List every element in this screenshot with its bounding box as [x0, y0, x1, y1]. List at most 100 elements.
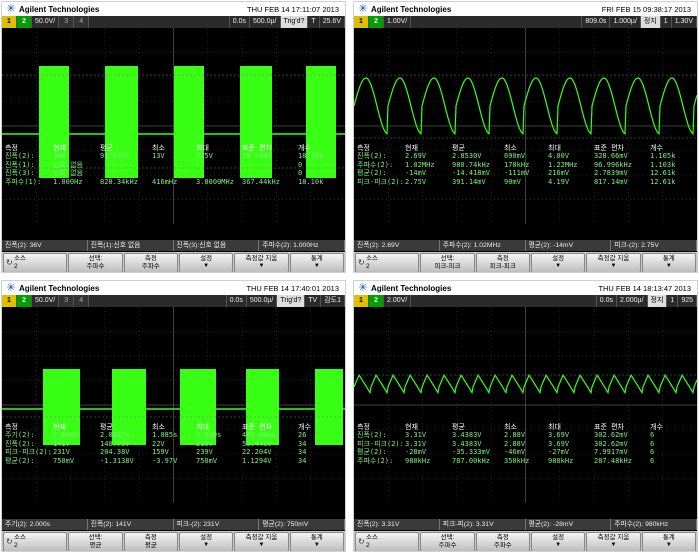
submenu-arrow-icon: ▼	[610, 263, 617, 269]
measurement-cell: -1.3138V	[100, 456, 134, 465]
trigger-status[interactable]: Trig'd?	[280, 16, 309, 28]
submenu-arrow-icon: ▼	[555, 263, 562, 269]
channel-2-scale[interactable]: 2.00V/	[384, 295, 412, 307]
softkey-label: 설정	[552, 255, 565, 262]
channel-3-indicator[interactable]: 3	[59, 295, 75, 307]
measurement-cell: 980.74kHz	[452, 160, 490, 169]
softkey-2[interactable]: 선택: 주파수	[68, 253, 123, 272]
softkey-2[interactable]: 선택: 평균	[68, 532, 123, 551]
channel-1-indicator[interactable]: 1	[354, 16, 369, 28]
softkey-1[interactable]: ↻ 소스 2	[355, 253, 420, 272]
spacer	[89, 295, 227, 307]
channel-1-indicator[interactable]: 1	[2, 295, 17, 307]
submenu-arrow-icon: ▼	[258, 542, 265, 548]
softkey-5[interactable]: 측정값 지움 ▼	[586, 532, 641, 551]
measurement-cell: 3.69V	[548, 439, 570, 448]
softkey-4[interactable]: 설정 ▼	[178, 253, 234, 272]
measurement-header-cell: 최소	[504, 144, 517, 152]
readout-cell: 진폭(3):신호 없음	[174, 240, 260, 251]
channel-2-scale[interactable]: 50.0V/	[32, 16, 60, 28]
measurement-row: 진폭(2): 36V 91.425V 13V 225V 19.730V 18.95k	[2, 152, 345, 160]
waveform-display[interactable]	[2, 307, 345, 503]
measurement-header-cell: 현재	[405, 423, 418, 431]
trigger-level[interactable]: 감도1	[321, 295, 345, 307]
timebase[interactable]: 500.0µ/	[247, 295, 278, 307]
softkey-label: 측정값 지움	[597, 534, 630, 541]
trigger-status[interactable]: 정지	[647, 295, 668, 307]
trigger-level[interactable]: 1.30V	[672, 16, 697, 28]
measurement-cell: 219V	[196, 439, 213, 448]
measurement-cell: 231V	[53, 448, 70, 457]
waveform-display[interactable]	[354, 307, 697, 503]
trigger-level[interactable]: 25.6V	[320, 16, 345, 28]
trigger-delay[interactable]: 0.0s	[230, 16, 250, 28]
channel-1-indicator[interactable]: 1	[354, 295, 369, 307]
channel-2-scale[interactable]: 50.0V/	[32, 295, 60, 307]
trigger-delay[interactable]: 0.0s	[597, 295, 617, 307]
measurement-cell: 980kHz	[548, 456, 574, 465]
channel-4-indicator[interactable]: 4	[74, 16, 90, 28]
softkey-1[interactable]: ↻ 소스 2	[3, 253, 68, 272]
waveform-svg	[2, 307, 345, 503]
softkey-3[interactable]: 측정 주파수	[475, 532, 530, 551]
trigger-delay[interactable]: 0.0s	[227, 295, 247, 307]
measurement-cell: 350kHz	[504, 456, 530, 465]
measurement-cell: 18.10k	[298, 177, 324, 186]
waveform-display[interactable]	[2, 28, 345, 224]
channel-2-indicator[interactable]: 2	[17, 16, 32, 28]
channel-2-indicator[interactable]: 2	[17, 295, 32, 307]
trigger-icon[interactable]: 1	[667, 295, 679, 307]
softkey-3[interactable]: 측정 피크-피크	[475, 253, 530, 272]
agilent-spark-icon: ✳	[6, 2, 16, 15]
softkey-5[interactable]: 측정값 지움 ▼	[234, 532, 289, 551]
channel-4-indicator[interactable]: 4	[74, 295, 90, 307]
measurement-cell: 302.62mV	[594, 431, 628, 440]
softkey-4[interactable]: 설정 ▼	[178, 532, 234, 551]
trigger-icon[interactable]: TV	[305, 295, 322, 307]
measurement-cell: 239V	[196, 448, 213, 457]
softkey-6[interactable]: 통계 ▼	[289, 253, 344, 272]
measurement-cell: 980kHz	[405, 456, 431, 465]
softkey-1[interactable]: ↻ 소스 2	[3, 532, 68, 551]
softkey-6[interactable]: 통계 ▼	[289, 532, 344, 551]
softkey-1[interactable]: ↻ 소스 2	[355, 532, 420, 551]
softkey-6[interactable]: 통계 ▼	[641, 253, 696, 272]
channel-1-indicator[interactable]: 1	[2, 16, 17, 28]
trigger-icon[interactable]: T	[308, 16, 320, 28]
channel-2-scale[interactable]: 1.00V/	[384, 16, 412, 28]
softkey-4[interactable]: 설정 ▼	[530, 253, 586, 272]
timebase[interactable]: 2.000µ/	[617, 295, 648, 307]
submenu-arrow-icon: ▼	[203, 263, 210, 269]
trigger-delay[interactable]: 809.0s	[582, 16, 611, 28]
softkey-3[interactable]: 측정 평균	[123, 532, 178, 551]
channel-2-indicator[interactable]: 2	[369, 16, 384, 28]
softkey-4[interactable]: 설정 ▼	[530, 532, 586, 551]
measurement-cell: 287.48kHz	[594, 456, 632, 465]
trigger-level[interactable]: 925	[678, 295, 697, 307]
measurement-cell: 신호 없음	[53, 160, 83, 169]
channel-2-indicator[interactable]: 2	[369, 295, 384, 307]
softkey-6[interactable]: 통계 ▼	[641, 532, 696, 551]
softkey-5[interactable]: 측정값 지움 ▼	[586, 253, 641, 272]
softkey-label: 측정	[496, 534, 509, 541]
datetime: THU FEB 14 18:13:47 2013	[598, 283, 691, 293]
waveform-display[interactable]	[354, 28, 697, 224]
agilent-spark-icon: ✳	[6, 281, 16, 294]
waveform-svg	[354, 307, 697, 503]
softkey-2[interactable]: 선택: 주파수	[420, 532, 475, 551]
softkey-label: 소스	[366, 255, 378, 262]
measurement-cell: 204.38V	[100, 448, 130, 457]
rotary-knob-icon: ↻	[6, 258, 13, 267]
softkey-5[interactable]: 측정값 지움 ▼	[234, 253, 289, 272]
trigger-status[interactable]: 정지	[640, 16, 661, 28]
softkey-3[interactable]: 측정 주파수	[123, 253, 178, 272]
softkey-2[interactable]: 선택: 피크-피크	[420, 253, 475, 272]
timebase[interactable]: 500.0µ/	[250, 16, 281, 28]
channel-3-indicator[interactable]: 3	[59, 16, 75, 28]
trigger-icon[interactable]: 1	[661, 16, 672, 28]
timebase[interactable]: 1.000µ/	[610, 16, 641, 28]
measurement-row: 피크-피크(2): 2.75V 391.14mV 90mV 4.19V 817.14mV 1…	[354, 178, 697, 186]
header-bar: ✳ Agilent Technologies THU FEB 14 17:40:01…	[2, 281, 345, 295]
timebase-unit: µ/	[630, 18, 637, 25]
trigger-status[interactable]: Trig'd?	[277, 295, 306, 307]
